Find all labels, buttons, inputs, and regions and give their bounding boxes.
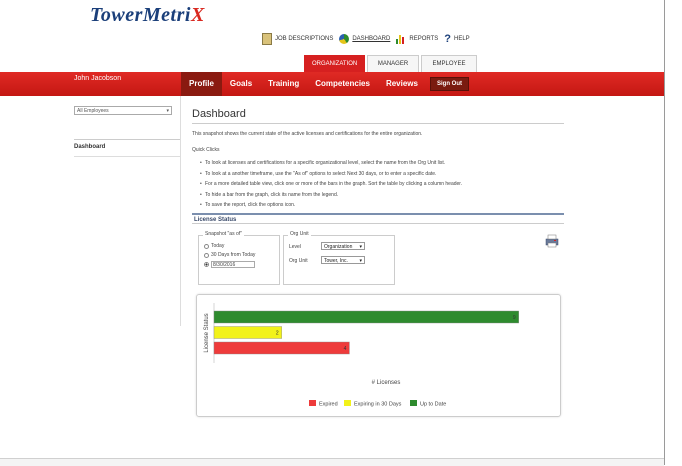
radio-button[interactable] [204,262,209,267]
sidebar: All Employees ▾ Dashboard [74,96,181,326]
topnav-help[interactable]: ? HELP [444,33,469,45]
main-nav: Profile Goals Training Competencies Revi… [181,72,469,96]
print-options-icon[interactable] [545,234,559,248]
level-label: Level [289,244,301,250]
org-unit-label: Org Unit [289,258,308,264]
tab-manager[interactable]: MANAGER [367,55,419,72]
y-axis-label: License Status [204,313,210,352]
quick-clicks-heading: Quick Clicks [192,147,220,153]
chevron-down-icon: ▾ [359,244,362,250]
legend-swatch[interactable] [410,400,417,406]
nav-profile[interactable]: Profile [181,72,222,96]
page-title: Dashboard [192,108,246,120]
question-icon: ? [444,33,451,45]
legend-swatch[interactable] [344,400,351,406]
list-item: To look at a another timeframe, use the … [200,171,462,182]
quick-clicks-list: To look at licenses and certifications f… [200,160,462,213]
snapshot-group: Snapshot "as of" Today 30 Days from Toda… [198,231,280,285]
license-status-header: License Status [192,213,564,224]
radio-button[interactable] [204,243,209,249]
window-frame [664,0,682,465]
data-label: 4 [344,346,347,352]
user-name: John Jacobson [74,75,122,82]
list-item: For a more detailed table view, click on… [200,181,462,192]
org-unit-group: Org Unit Level Organization ▾ Org Unit To… [283,231,395,285]
logo[interactable]: TowerMetriX [90,4,205,27]
document-icon [262,33,272,45]
sign-out-button[interactable]: Sign Out [429,77,469,91]
bar-chart-icon [396,34,406,44]
data-label: 2 [276,331,279,337]
nav-competencies[interactable]: Competencies [307,72,378,96]
bar-expired[interactable] [213,341,350,355]
org-unit-select[interactable]: Tower, Inc. ▾ [321,256,365,264]
nav-goals[interactable]: Goals [222,72,260,96]
data-label: 9 [513,315,516,321]
chevron-down-icon: ▾ [166,108,169,114]
topnav-dashboard[interactable]: DASHBOARD [339,34,390,44]
date-input[interactable]: 8/30/2016 [211,261,255,268]
radio-30-days[interactable]: 30 Days from Today [204,252,255,258]
level-select[interactable]: Organization ▾ [321,242,365,250]
nav-reviews[interactable]: Reviews [378,72,426,96]
sidebar-item-dashboard[interactable]: Dashboard [74,144,105,150]
bar-chart: License Status 9 2 4 # Licenses Expired Expiri… [204,303,519,408]
topnav-job-descriptions[interactable]: JOB DESCRIPTIONS [262,33,333,45]
list-item: To hide a bar from the graph, click its … [200,192,462,203]
legend-swatch[interactable] [309,400,316,406]
top-nav: JOB DESCRIPTIONS DASHBOARD REPORTS ? HEL… [262,33,470,45]
legend-item: Expiring in 30 Days [354,402,402,408]
tab-employee[interactable]: EMPLOYEE [421,55,477,72]
sidebar-divider [74,139,180,140]
license-status-chart: License Status 9 2 4 # Licenses Expired Expiri… [196,294,561,417]
pie-chart-icon [339,34,350,44]
employee-filter-select[interactable]: All Employees ▾ [74,106,172,115]
sidebar-divider [74,156,180,157]
chevron-down-icon: ▾ [359,258,362,264]
list-item: To save the report, click the options ic… [200,202,462,213]
radio-button[interactable] [204,252,209,258]
title-divider [192,123,564,124]
bar-expiring-in-30-days[interactable] [213,326,282,339]
topnav-reports[interactable]: REPORTS [396,34,438,44]
bar-up-to-date[interactable] [213,310,519,324]
nav-training[interactable]: Training [260,72,307,96]
radio-date[interactable]: 8/30/2016 [204,261,255,268]
legend-item: Up to Date [420,402,446,408]
tab-organization[interactable]: ORGANIZATION [304,55,365,72]
snapshot-legend: Snapshot "as of" [203,231,244,237]
role-tabs: ORGANIZATION MANAGER EMPLOYEE [304,55,477,72]
page-description: This snapshot shows the current state of… [192,131,423,137]
radio-today[interactable]: Today [204,243,224,249]
list-item: To look at licenses and certifications f… [200,160,462,171]
legend-item: Expired [319,402,338,408]
org-unit-legend: Org Unit [288,231,311,237]
x-axis-label: # Licenses [372,380,401,386]
